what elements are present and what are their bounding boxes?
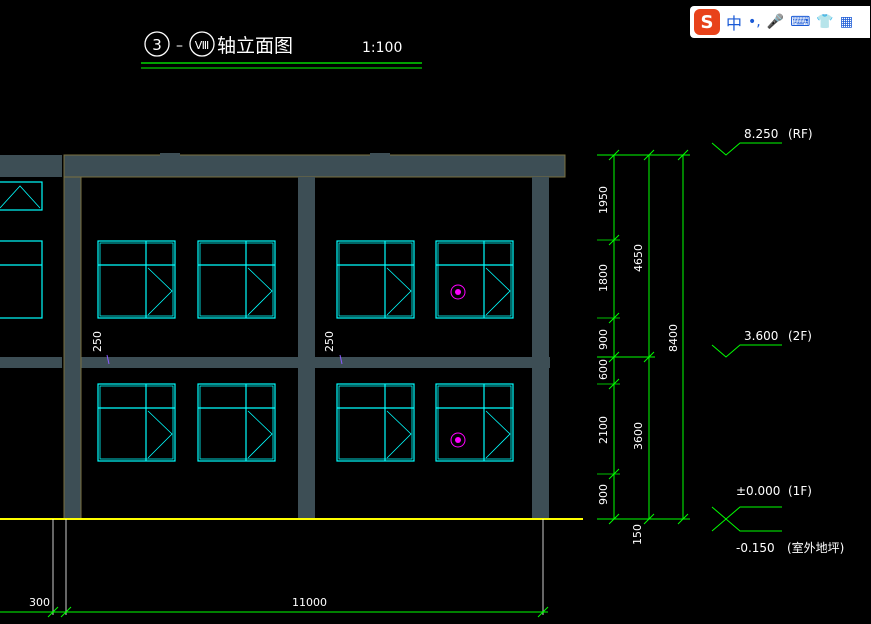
level-1f-value: ±0.000 — [736, 484, 780, 498]
vertical-dimensions: 1950 1800 900 600 2100 900 150 4650 3600… — [597, 149, 690, 545]
marker-1 — [450, 284, 466, 300]
level-2f-tag: (2F) — [788, 329, 812, 343]
axis-label-start: 3 — [152, 36, 162, 54]
window-7 — [336, 383, 415, 462]
left-roof-beam — [0, 155, 62, 177]
dim-300: 300 — [29, 596, 50, 609]
level-rf-value: 8.250 — [744, 127, 778, 141]
roof-beam — [63, 154, 566, 178]
level-markers: 8.250 (RF) 3.600 (2F) ±0.000 (1F) -0.150… — [711, 127, 844, 555]
window-4 — [435, 240, 514, 319]
title-dash: – — [176, 38, 183, 54]
window-partial-upper — [0, 181, 43, 211]
level-symbol-rf — [711, 142, 782, 156]
level-symbol-outdoor — [711, 518, 782, 532]
level-outdoor-tag: (室外地坪) — [787, 540, 844, 555]
dim-2100: 2100 — [597, 416, 610, 444]
level-outdoor-value: -0.150 — [736, 541, 775, 555]
window-partial-left — [0, 240, 43, 319]
window-6 — [197, 383, 276, 462]
dim-11000: 11000 — [292, 596, 327, 609]
level-1f-tag: (1F) — [788, 484, 812, 498]
window-2 — [197, 240, 276, 319]
elevation-drawing: 3 – Ⅷ 轴立面图 1:100 250 250 1950 1800 900 6… — [0, 31, 844, 618]
dim-600: 600 — [597, 359, 610, 380]
dim-8400: 8400 — [667, 324, 680, 352]
apps-grid-icon[interactable]: ▦ — [840, 14, 853, 30]
beam-label-2: 250 — [323, 331, 336, 352]
left-floor-beam — [0, 357, 62, 368]
dim-1800: 1800 — [597, 264, 610, 292]
window-3 — [336, 240, 415, 319]
title-block: 3 – Ⅷ 轴立面图 1:100 — [141, 31, 422, 69]
dim-900-lower: 900 — [597, 484, 610, 505]
roof-detail-2 — [370, 153, 390, 156]
level-rf-tag: (RF) — [788, 127, 813, 141]
column-3 — [532, 177, 549, 519]
skin-icon[interactable]: 👕 — [816, 14, 833, 30]
ime-mode-button[interactable]: 中 — [726, 10, 742, 34]
drawing-scale: 1:100 — [362, 40, 402, 56]
horizontal-dimensions: 300 11000 — [0, 596, 549, 618]
dim-3600: 3600 — [632, 422, 645, 450]
dim-1950: 1950 — [597, 186, 610, 214]
ime-toolbar[interactable]: S 中 •, 🎤 ⌨ 👕 ▦ — [690, 6, 870, 38]
roof-detail — [160, 153, 180, 156]
column-2 — [298, 177, 315, 519]
window-5 — [97, 383, 176, 462]
keyboard-icon[interactable]: ⌨ — [790, 14, 810, 30]
dim-900-upper: 900 — [597, 329, 610, 350]
microphone-icon[interactable]: 🎤 — [767, 14, 784, 30]
dim-150: 150 — [631, 524, 644, 545]
level-symbol-2f — [711, 344, 782, 358]
column-1 — [63, 176, 82, 520]
page-title: 轴立面图 — [217, 35, 293, 57]
marker-2 — [450, 432, 466, 448]
beam-label-1: 250 — [91, 331, 104, 352]
level-symbol-1f — [711, 506, 782, 520]
dim-4650: 4650 — [632, 244, 645, 272]
window-1 — [97, 240, 176, 319]
punctuation-icon[interactable]: •, — [748, 14, 761, 30]
axis-label-end: Ⅷ — [195, 39, 210, 52]
window-8 — [435, 383, 514, 462]
sogou-logo-icon[interactable]: S — [694, 9, 720, 35]
level-2f-value: 3.600 — [744, 329, 778, 343]
